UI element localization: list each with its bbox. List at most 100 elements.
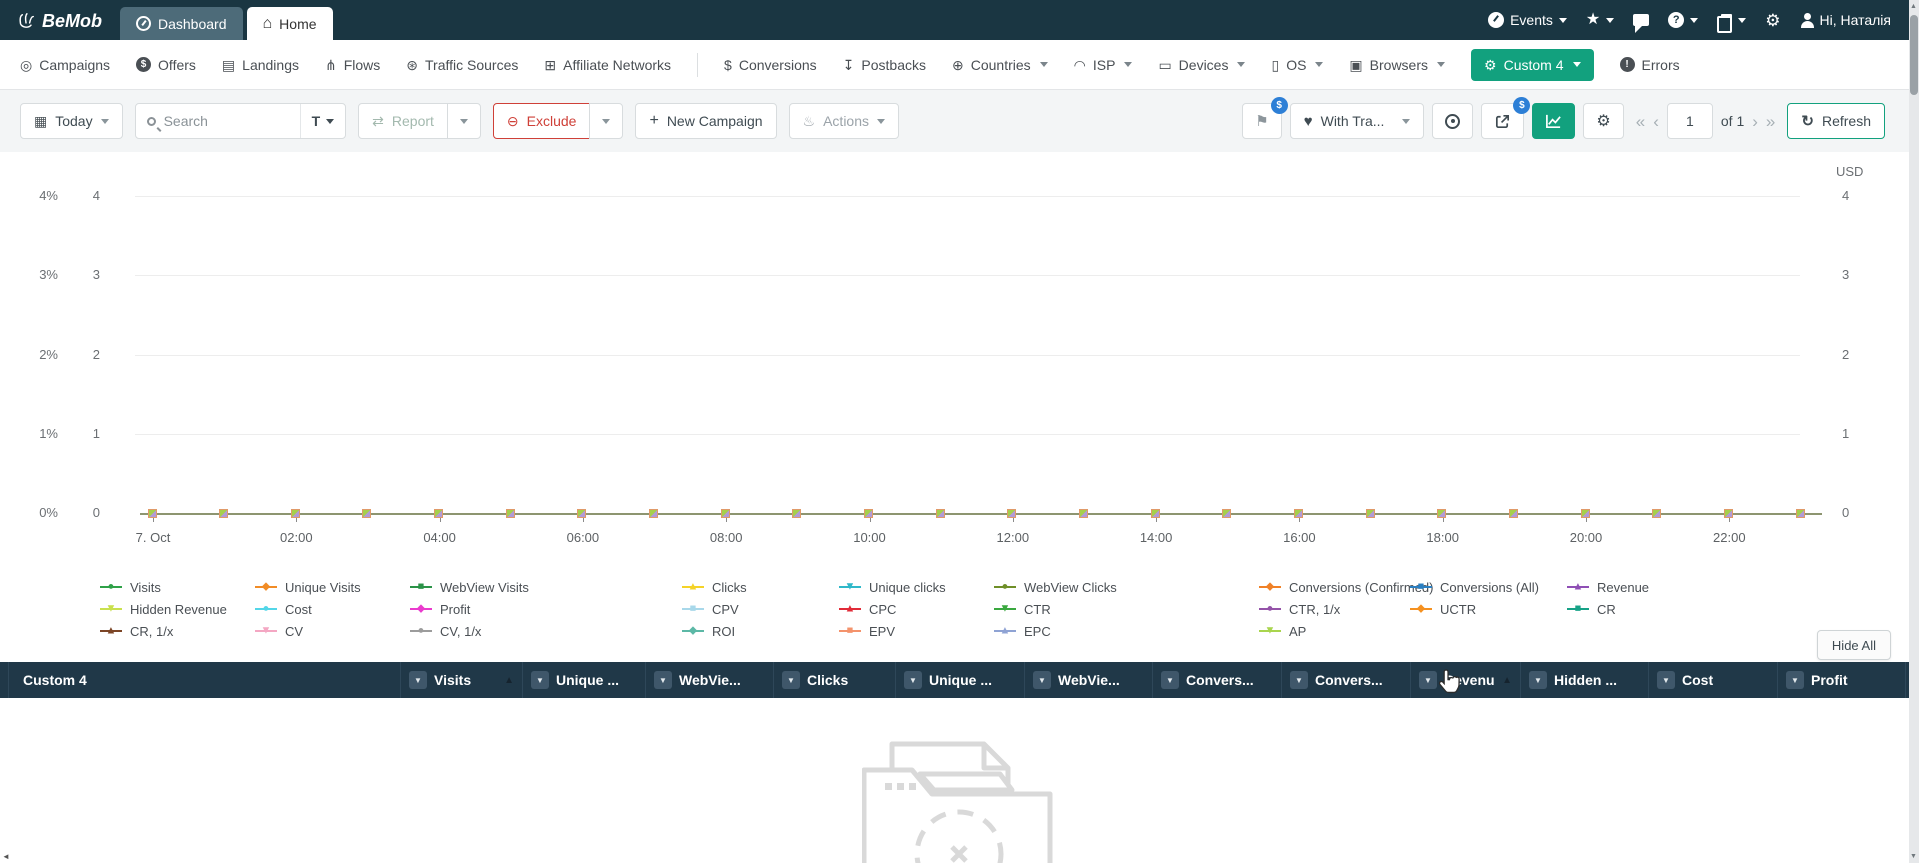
nav-item-affiliate-networks[interactable]: ⊞ Affiliate Networks (544, 57, 671, 73)
scroll-up-arrow[interactable]: ▲ (1910, 3, 1917, 10)
nav-item-traffic-sources[interactable]: ⊛ Traffic Sources (406, 57, 518, 73)
prev-page-button[interactable]: ‹ (1653, 113, 1659, 130)
nav-item-campaigns[interactable]: ◎ Campaigns (20, 57, 110, 73)
column-header-webvie-6[interactable]: ▼ WebVie... (1025, 662, 1153, 698)
legend-item-cpv[interactable]: ■ CPV (682, 602, 839, 617)
column-header-webvie-3[interactable]: ▼ WebVie... (646, 662, 774, 698)
page-number-input[interactable] (1666, 103, 1713, 139)
report-button[interactable]: ⇄ Report (358, 103, 448, 139)
scroll-down-arrow[interactable]: ▼ (1910, 853, 1917, 860)
nav-item-custom-4[interactable]: ⚙ Custom 4 (1471, 48, 1594, 81)
nav-item-conversions[interactable]: $ Conversions (724, 57, 817, 73)
nav-item-devices[interactable]: ▭ Devices (1158, 57, 1246, 73)
legend-item-conversions-all[interactable]: ■ Conversions (All) (1410, 580, 1567, 595)
filter-icon[interactable]: ▼ (1529, 671, 1547, 689)
vertical-scrollbar[interactable]: ▲ ▼ (1909, 0, 1919, 863)
legend-item-cv-1-x[interactable]: ● CV, 1/x (410, 624, 682, 639)
search-input[interactable] (163, 113, 292, 129)
column-header-custom-4-0[interactable]: Custom 4 (9, 662, 401, 698)
nav-item-errors[interactable]: ! Errors (1619, 57, 1680, 73)
legend-item-conversions-confirmed[interactable]: ◆ Conversions (Confirmed) (1259, 580, 1434, 595)
nav-item-landings[interactable]: ▤ Landings (222, 57, 299, 73)
sort-asc-icon[interactable]: ▲ (1502, 675, 1512, 686)
legend-item-epc[interactable]: ▲ EPC (994, 624, 1259, 639)
tab-dashboard[interactable]: Dashboard (120, 7, 243, 40)
filter-icon[interactable]: ▼ (1419, 671, 1437, 689)
visibility-button[interactable] (1432, 103, 1474, 139)
legend-item-cv[interactable]: ▼ CV (255, 624, 410, 639)
filter-icon[interactable]: ▼ (1290, 671, 1308, 689)
help-menu[interactable]: ? (1668, 12, 1699, 28)
filter-icon[interactable]: ▼ (409, 671, 427, 689)
user-menu[interactable]: Hi, Наталія (1800, 12, 1891, 28)
legend-item-webview-clicks[interactable]: ● WebView Clicks (994, 580, 1259, 595)
events-menu[interactable]: Events (1488, 12, 1567, 28)
next-page-button[interactable]: › (1752, 113, 1758, 130)
column-header-cost-11[interactable]: ▼ Cost (1649, 662, 1778, 698)
column-header-convers-7[interactable]: ▼ Convers... (1153, 662, 1282, 698)
date-range-button[interactable]: ▦ Today (20, 103, 123, 139)
filter-icon[interactable]: ▼ (654, 671, 672, 689)
legend-item-ap[interactable]: ▼ AP (1259, 624, 1410, 639)
exclude-dropdown-button[interactable] (589, 103, 624, 139)
filter-icon[interactable]: ▼ (904, 671, 922, 689)
refresh-button[interactable]: ↻ Refresh (1787, 103, 1885, 139)
nav-item-countries[interactable]: ⊕ Countries (952, 57, 1048, 73)
filter-icon[interactable]: ▼ (1657, 671, 1675, 689)
legend-item-ctr[interactable]: ▼ CTR (994, 602, 1259, 617)
legend-item-cr[interactable]: ■ CR (1567, 602, 1727, 617)
chat-button[interactable] (1633, 14, 1650, 33)
filter-icon[interactable]: ▼ (531, 671, 549, 689)
nav-item-os[interactable]: ▯ OS (1271, 57, 1324, 73)
legend-item-cpc[interactable]: ▲ CPC (839, 602, 994, 617)
legend-item-revenue[interactable]: ▲ Revenue (1567, 580, 1727, 595)
legend-item-clicks[interactable]: ▲ Clicks (682, 580, 839, 595)
legend-item-ctr-1-x[interactable]: ● CTR, 1/x (1259, 602, 1410, 617)
first-page-button[interactable]: « (1636, 113, 1645, 130)
legend-item-profit[interactable]: ◆ Profit (410, 602, 682, 617)
column-header-hidden-10[interactable]: ▼ Hidden ... (1521, 662, 1649, 698)
legend-item-cost[interactable]: ● Cost (255, 602, 410, 617)
settings-button[interactable]: ⚙ (1765, 12, 1780, 29)
column-header-unique-2[interactable]: ▼ Unique ... (523, 662, 646, 698)
legend-item-epv[interactable]: ■ EPV (839, 624, 994, 639)
share-button[interactable]: $ (1481, 97, 1531, 139)
legend-item-webview-visits[interactable]: ■ WebView Visits (410, 580, 682, 595)
hide-all-button[interactable]: Hide All (1816, 630, 1891, 660)
traffic-filter-dropdown[interactable]: ♥ With Tra... (1289, 103, 1425, 139)
columns-settings-button[interactable]: ⚙ (1583, 103, 1624, 139)
sort-asc-icon[interactable]: ▲ (504, 675, 514, 686)
legend-item-uctr[interactable]: ◆ UCTR (1410, 602, 1567, 617)
flag-button[interactable]: ⚑ $ (1242, 97, 1288, 139)
filter-icon[interactable]: ▼ (1786, 671, 1804, 689)
legend-item-roi[interactable]: ◆ ROI (682, 624, 839, 639)
legend-item-unique-visits[interactable]: ◆ Unique Visits (255, 580, 410, 595)
legend-item-cr-1-x[interactable]: ▲ CR, 1/x (100, 624, 255, 639)
nav-item-browsers[interactable]: ▣ Browsers (1349, 57, 1446, 73)
column-header-visits-1[interactable]: ▼ Visits ▲ (401, 662, 523, 698)
column-header-revenue-9[interactable]: ▼ Revenue ▲ (1411, 662, 1521, 698)
report-dropdown-button[interactable] (446, 103, 481, 139)
favorites-menu[interactable]: ★ (1586, 12, 1615, 28)
scrollbar-thumb[interactable] (1910, 15, 1918, 95)
column-header-unique-5[interactable]: ▼ Unique ... (896, 662, 1025, 698)
column-header-convers-8[interactable]: ▼ Convers... (1282, 662, 1411, 698)
filter-icon[interactable]: ▼ (1161, 671, 1179, 689)
legend-item-hidden-revenue[interactable]: ▼ Hidden Revenue (100, 602, 255, 617)
nav-item-postbacks[interactable]: ↧ Postbacks (843, 57, 926, 73)
legend-item-visits[interactable]: ● Visits (100, 580, 255, 595)
chart-toggle-button[interactable] (1532, 103, 1576, 139)
legend-item-unique-clicks[interactable]: ▼ Unique clicks (839, 580, 994, 595)
exclude-button[interactable]: ⊖ Exclude (492, 103, 591, 139)
filter-icon[interactable]: ▼ (782, 671, 800, 689)
filter-icon[interactable]: ▼ (1033, 671, 1051, 689)
scroll-left-arrow[interactable]: ◄ (2, 852, 10, 861)
column-header-clicks-4[interactable]: ▼ Clicks (774, 662, 896, 698)
nav-item-isp[interactable]: ◠ ISP (1074, 57, 1133, 73)
search-type-dropdown[interactable]: T (299, 104, 346, 138)
new-campaign-button[interactable]: + New Campaign (635, 103, 777, 139)
last-page-button[interactable]: » (1766, 113, 1775, 130)
tab-home[interactable]: ⌂ Home (246, 7, 333, 40)
pages-menu[interactable] (1717, 13, 1747, 33)
column-header-profit-12[interactable]: ▼ Profit (1778, 662, 1906, 698)
